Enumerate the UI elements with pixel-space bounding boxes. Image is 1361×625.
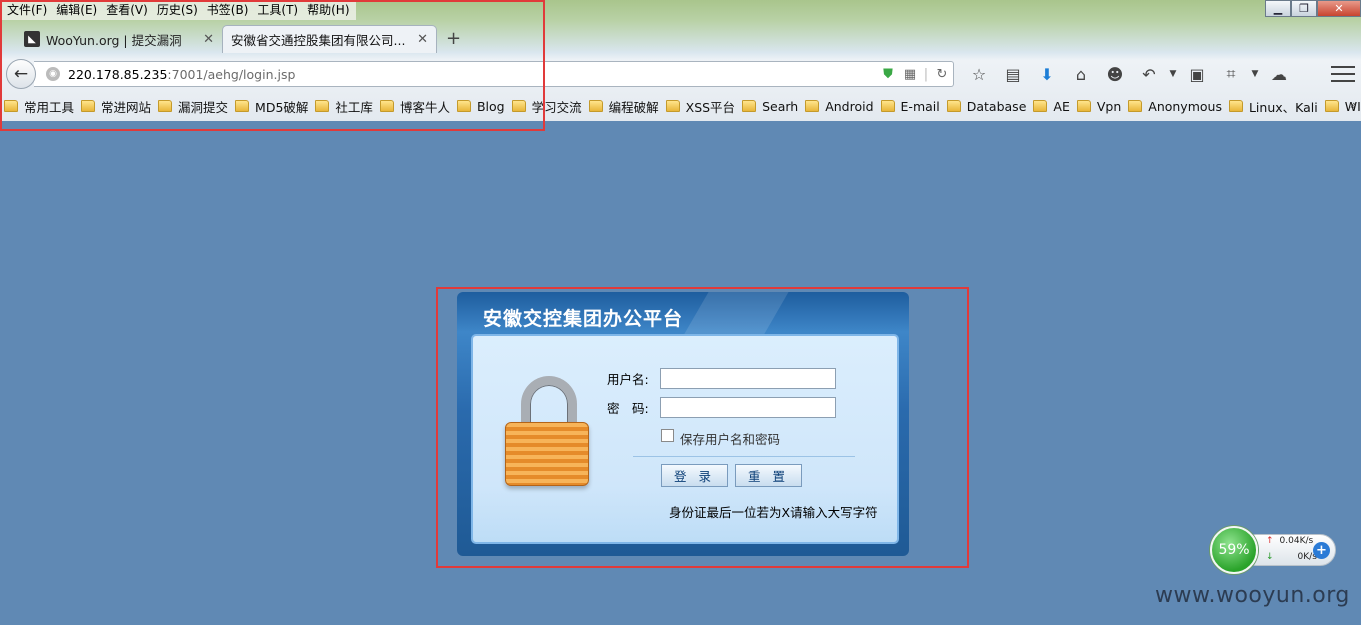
reader-view-icon[interactable]: ▣ (1180, 62, 1214, 86)
reading-list-icon[interactable]: ▤ (996, 62, 1030, 86)
chevron-down-icon[interactable]: ▼ (1166, 62, 1180, 86)
form-divider (633, 456, 855, 457)
bookmark-folder[interactable]: Android (805, 98, 874, 114)
close-window-button[interactable]: ✕ (1317, 0, 1361, 17)
password-input[interactable] (660, 397, 836, 418)
bookmark-label: Vpn (1096, 98, 1122, 114)
memory-percent[interactable]: 59% (1210, 526, 1258, 574)
speech-bubble-icon[interactable]: ☁ (1262, 62, 1296, 86)
bookmark-folder[interactable]: AE (1033, 98, 1070, 114)
folder-icon (665, 100, 680, 112)
bookmark-label: Anonymous (1148, 98, 1222, 114)
download-speed: ↓ 0K/s (1266, 552, 1317, 562)
bookmark-folder[interactable]: Database (946, 98, 1027, 114)
bookmark-folder[interactable]: Searh (742, 99, 798, 114)
toolbar-icons: ☆ ▤ ⬇ ⌂ ☻ ↶ ▼ ▣ ⌗ ▼ ☁ (962, 62, 1296, 86)
chevron-down-icon[interactable]: ▼ (1248, 62, 1262, 86)
padlock-icon (503, 376, 595, 494)
remember-label: 保存用户名和密码 (680, 432, 781, 447)
folder-icon (742, 100, 757, 112)
bookmark-folder[interactable]: 编程破解 (588, 97, 659, 116)
bookmark-label: AE (1053, 98, 1070, 114)
bookmark-folder[interactable]: Anonymous (1128, 99, 1222, 114)
bookmark-label: 编程破解 (608, 99, 659, 115)
maximize-button[interactable]: ❐ (1291, 0, 1317, 17)
bookmark-folder[interactable]: E-mail (880, 98, 940, 114)
id-card-hint: 身份证最后一位若为X请输入大写字符 (669, 505, 878, 520)
login-panel: 安徽交控集团办公平台 用户名: 密 码: 保存用户名和密码 登 录 重 置 身份… (457, 292, 909, 556)
folder-icon (805, 100, 820, 112)
watermark: www.wooyun.org (1155, 583, 1350, 608)
folder-icon (588, 100, 603, 112)
qr-code-icon[interactable]: ▦ (899, 63, 921, 85)
network-meter-widget[interactable]: 59% ↑ 0.04K/s ↓ 0K/s + (1210, 526, 1338, 574)
folder-icon (880, 100, 895, 112)
star-bookmark-icon[interactable]: ☆ (962, 62, 996, 86)
bookmark-label: Linux、Kali (1248, 99, 1318, 115)
bookmark-folder[interactable]: Vpn (1076, 98, 1122, 114)
bookmark-label: E-mail (900, 98, 940, 114)
url-separator: | (923, 66, 929, 82)
bookmarks-overflow-button[interactable]: » (1350, 98, 1357, 112)
bookmark-label: Database (966, 98, 1027, 114)
remember-checkbox[interactable] (661, 429, 674, 442)
download-icon[interactable]: ⬇ (1030, 62, 1064, 86)
login-title: 安徽交控集团办公平台 (483, 308, 684, 330)
shield-icon[interactable]: ⛊ (877, 63, 899, 85)
plus-icon[interactable]: + (1313, 542, 1330, 559)
crop-screenshot-icon[interactable]: ⌗ (1214, 62, 1248, 86)
login-form: 用户名: 密 码: 保存用户名和密码 登 录 重 置 身份证最后一位若为X请输入… (471, 334, 899, 544)
folder-icon (1033, 100, 1048, 112)
upload-arrow-icon: ↑ (1266, 536, 1274, 546)
bookmark-label: Android (825, 98, 874, 114)
bookmark-label: XSS平台 (685, 99, 736, 115)
login-button[interactable]: 登 录 (661, 464, 728, 487)
username-label: 用户名: (607, 372, 649, 387)
undo-icon[interactable]: ↶ (1132, 62, 1166, 86)
upload-speed: ↑ 0.04K/s (1266, 536, 1313, 546)
username-input[interactable] (660, 368, 836, 389)
minimize-button[interactable]: ▁ (1265, 0, 1291, 17)
bookmark-label: Searh (762, 98, 799, 114)
password-label: 密 码: (607, 401, 649, 416)
folder-icon (946, 100, 961, 112)
reset-button[interactable]: 重 置 (735, 464, 802, 487)
bookmark-folder[interactable]: XSS平台 (665, 97, 736, 116)
folder-icon (1076, 100, 1091, 112)
reload-icon[interactable]: ↻ (931, 63, 953, 85)
chat-icon[interactable]: ☻ (1098, 62, 1132, 86)
upload-speed-value: 0.04K/s (1279, 536, 1314, 546)
download-arrow-icon: ↓ (1266, 552, 1274, 562)
folder-icon (1228, 100, 1243, 112)
window-controls: ▁ ❐ ✕ (1265, 0, 1361, 17)
hamburger-menu-icon[interactable] (1331, 64, 1355, 84)
folder-icon (1128, 100, 1143, 112)
annotation-box-browser (0, 0, 545, 131)
home-icon[interactable]: ⌂ (1064, 62, 1098, 86)
bookmark-folder[interactable]: Linux、Kali (1228, 97, 1318, 116)
folder-icon (1324, 100, 1339, 112)
